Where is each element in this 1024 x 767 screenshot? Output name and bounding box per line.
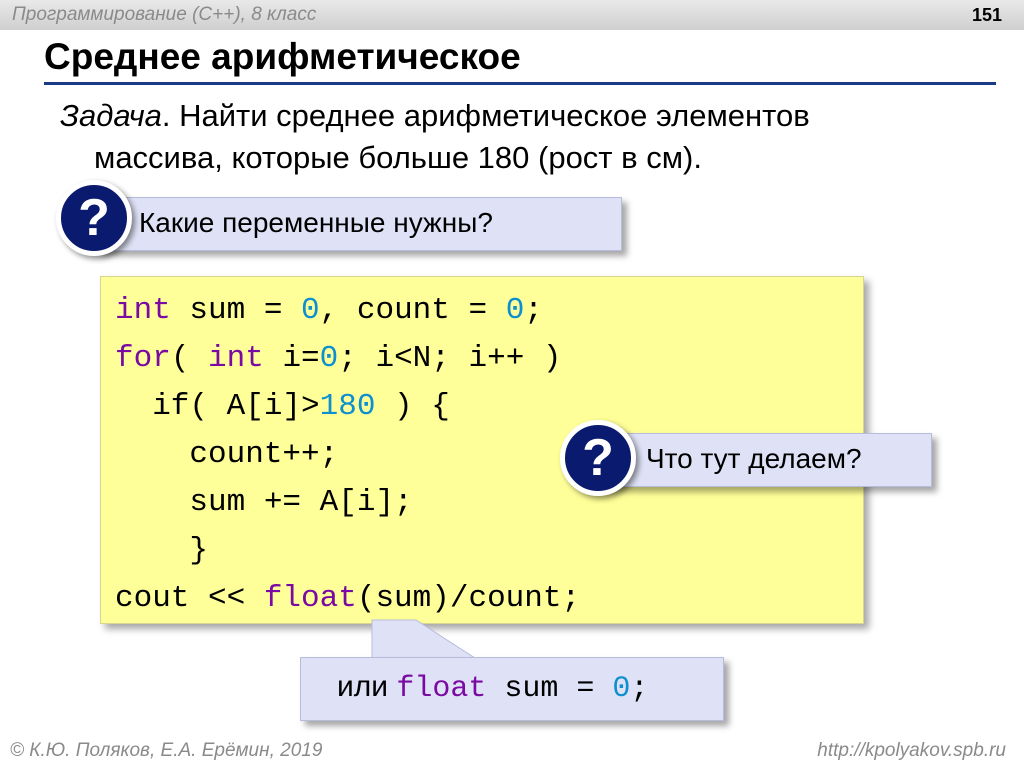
code-text-fragment: (	[170, 341, 209, 376]
code-text-fragment: ;	[630, 672, 649, 706]
keyword-int: int	[208, 341, 264, 376]
task-label: Задача	[60, 98, 162, 133]
alternative-word: или	[337, 670, 397, 703]
question-text-variables: Какие переменные нужны?	[139, 207, 493, 238]
question-text-what: Что тут делаем?	[646, 443, 862, 474]
task-line-1: Задача. Найти среднее арифметическое эле…	[60, 98, 810, 134]
number-literal: 0	[505, 293, 525, 328]
header-bar: Программирование (С++), 8 класс 151	[0, 0, 1024, 30]
task-line-2: массива, которые больше 180 (рост в см).	[94, 140, 702, 175]
footer-url[interactable]: http://kpolyakov.spb.ru	[817, 740, 1006, 762]
code-text-fragment: ; i<N; i++ )	[338, 341, 562, 376]
code-text-fragment: , count =	[319, 293, 506, 328]
keyword-float: float	[396, 672, 487, 706]
code-text-fragment: (sum)/count;	[356, 581, 581, 616]
code-text-fragment: if( A[i]>	[115, 389, 320, 424]
code-text-fragment: i=	[263, 341, 320, 376]
code-text-fragment: ) {	[375, 389, 450, 424]
alternative-callout: или float sum = 0;	[300, 657, 724, 721]
number-literal: 0	[612, 672, 631, 706]
code-line-1: int sum = 0, count = 0;	[115, 293, 543, 328]
code-text-fragment: ;	[524, 293, 543, 328]
code-line-5: sum += A[i];	[115, 485, 413, 520]
number-literal: 0	[319, 341, 339, 376]
course-label: Программирование (С++), 8 класс	[12, 4, 317, 25]
code-line-4: count++;	[115, 437, 339, 472]
code-line-6: }	[115, 533, 209, 568]
keyword-float: float	[263, 581, 357, 616]
slide-number: 151	[971, 5, 1002, 25]
code-text: int sum = 0, count = 0; for( int i=0; i<…	[115, 287, 580, 623]
code-text-fragment: sum =	[486, 672, 613, 706]
callout-pointer-shape	[371, 619, 480, 661]
code-line-2: for( int i=0; i<N; i++ )	[115, 341, 562, 376]
footer-authors: © К.Ю. Поляков, Е.А. Ерёмин, 2019	[10, 740, 323, 761]
question-callout-what: Что тут делаем?	[598, 433, 932, 487]
question-mark-icon: ?	[56, 180, 132, 256]
alternative-text: или float sum = 0;	[337, 670, 648, 706]
keyword-int: int	[115, 293, 171, 328]
code-line-7: cout << float(sum)/count;	[115, 581, 580, 616]
task-text-1: . Найти среднее арифметическое элементов	[161, 98, 810, 133]
code-line-3: if( A[i]>180 ) {	[115, 389, 450, 424]
keyword-for: for	[115, 341, 171, 376]
question-mark-icon: ?	[560, 420, 636, 496]
number-literal: 180	[319, 389, 376, 424]
slide-title: Среднее арифметическое	[44, 36, 521, 77]
number-literal: 0	[301, 293, 320, 328]
question-mark-glyph: ?	[78, 189, 110, 247]
question-callout-variables: Какие переменные нужны?	[96, 197, 622, 251]
code-text-fragment: sum =	[170, 293, 302, 328]
title-divider	[44, 82, 996, 85]
code-text-fragment: cout <<	[115, 581, 264, 616]
question-mark-glyph: ?	[582, 429, 614, 487]
